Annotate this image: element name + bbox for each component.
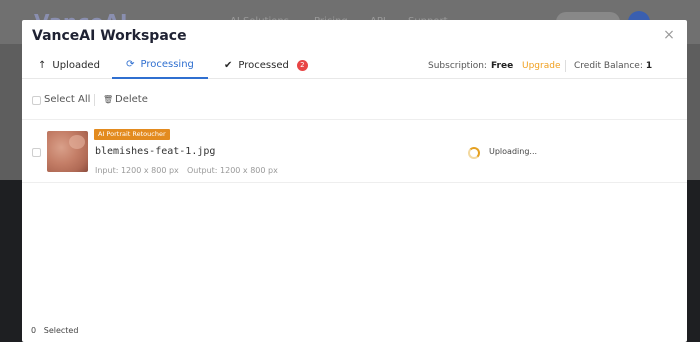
credit-value: 1 xyxy=(645,60,653,71)
check-circle-icon: ✔ xyxy=(224,60,233,71)
subscription-label: Subscription: xyxy=(428,60,487,71)
selection-footer: 0 Selected xyxy=(31,326,78,335)
tab-uploaded[interactable]: ↑ Uploaded xyxy=(38,52,108,79)
toolbar-divider xyxy=(94,94,95,106)
credit-balance: Credit Balance: 1 xyxy=(574,52,652,79)
tab-bar: ↑ Uploaded ⟳ Processing ✔ Processed 2 Su… xyxy=(22,52,687,79)
file-name: blemishes-feat-1.jpg xyxy=(95,146,216,157)
upgrade-link[interactable]: Upgrade xyxy=(522,61,560,71)
list-item: AI Portrait Retoucher blemishes-feat-1.j… xyxy=(22,121,687,183)
processed-count-badge: 2 xyxy=(296,60,308,71)
subscription-plan: Free xyxy=(490,60,514,71)
trash-icon[interactable]: 🗑 xyxy=(103,95,113,104)
divider xyxy=(565,52,566,79)
close-icon[interactable]: × xyxy=(662,28,676,42)
selected-count: 0 xyxy=(31,326,37,335)
tab-uploaded-label: Uploaded xyxy=(52,60,100,71)
tab-processing[interactable]: ⟳ Processing xyxy=(112,52,208,79)
modal-title: VanceAI Workspace xyxy=(32,28,187,44)
arrow-up-icon: ↑ xyxy=(38,60,47,71)
select-all-checkbox[interactable] xyxy=(32,96,41,105)
delete-button[interactable]: Delete xyxy=(115,94,148,105)
tab-processing-label: Processing xyxy=(140,59,194,70)
select-all-label[interactable]: Select All xyxy=(44,94,90,105)
output-size: Output: 1200 x 800 px xyxy=(187,166,278,175)
tab-processed[interactable]: ✔ Processed 2 xyxy=(224,52,314,79)
selected-label: Selected xyxy=(43,326,79,335)
upgrade-link-wrap: Upgrade xyxy=(522,52,560,79)
refresh-icon: ⟳ xyxy=(126,59,135,70)
credit-label: Credit Balance: xyxy=(574,60,643,71)
tool-tag: AI Portrait Retoucher xyxy=(94,129,170,140)
toolbar: Select All 🗑 Delete xyxy=(22,80,687,120)
image-thumbnail xyxy=(47,131,88,172)
workspace-modal: VanceAI Workspace × ↑ Uploaded ⟳ Process… xyxy=(22,20,687,342)
loading-spinner-icon xyxy=(468,147,480,159)
item-checkbox[interactable] xyxy=(32,148,41,157)
subscription-info: Subscription: Free xyxy=(428,52,513,79)
input-size: Input: 1200 x 800 px xyxy=(95,166,179,175)
tab-processed-label: Processed xyxy=(238,60,289,71)
upload-status: Uploading... xyxy=(489,147,538,156)
